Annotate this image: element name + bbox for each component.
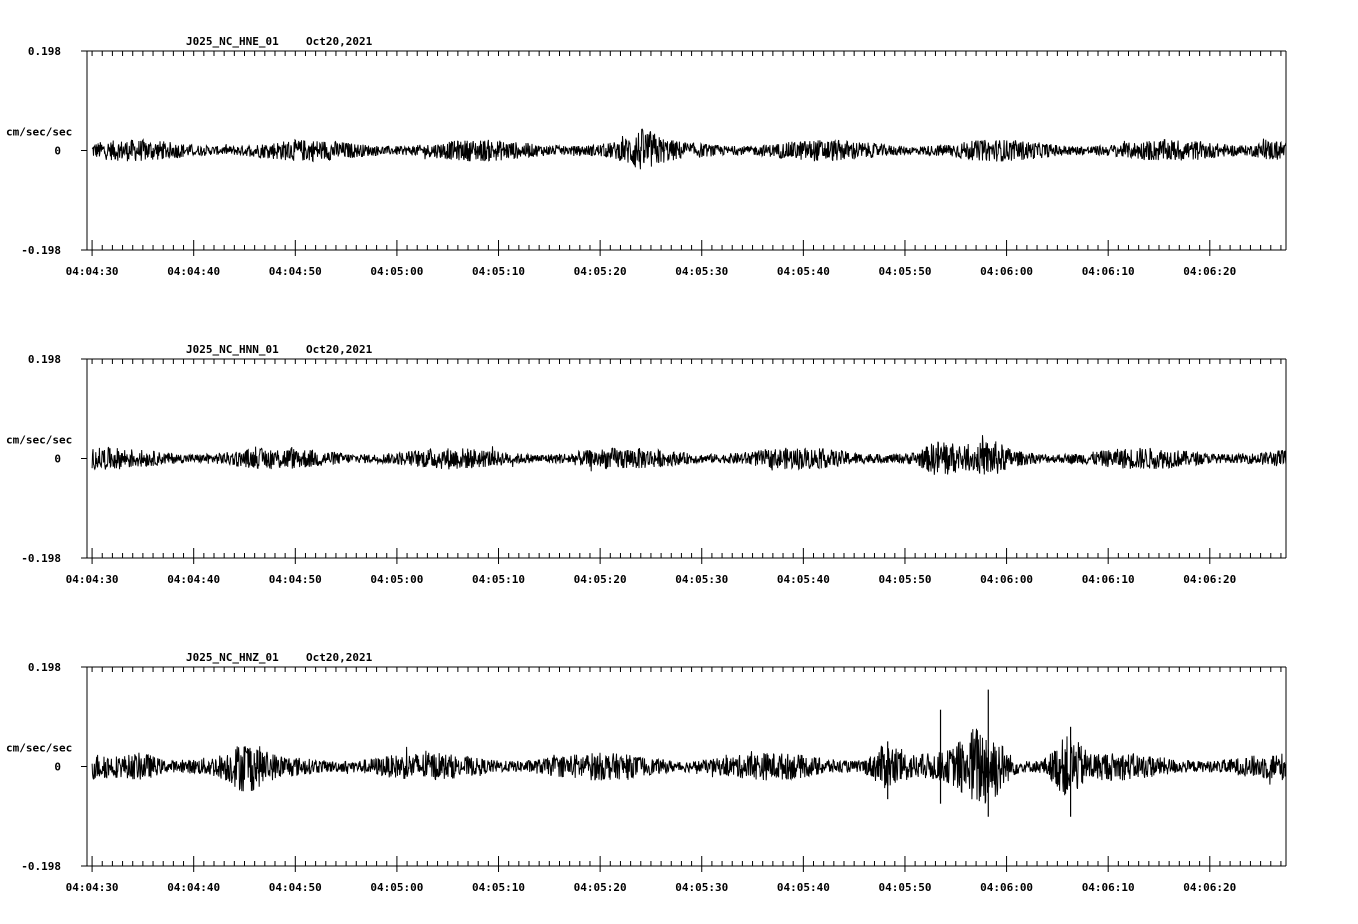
x-tick-label: 04:05:40 <box>777 265 830 278</box>
x-tick-label: 04:05:40 <box>777 573 830 586</box>
chart-title: J025_NC_HNE_01 <box>186 35 279 48</box>
chart-title: J025_NC_HNZ_01 <box>186 651 279 664</box>
x-tick-label: 04:05:40 <box>777 881 830 894</box>
x-tick-label: 04:05:30 <box>675 265 728 278</box>
x-tick-label: 04:05:20 <box>574 881 627 894</box>
y-tick-label: 0 <box>54 145 61 158</box>
chart-title: J025_NC_HNN_01 <box>186 343 279 356</box>
x-tick-label: 04:05:00 <box>370 573 423 586</box>
x-tick-label: 04:06:00 <box>980 881 1033 894</box>
x-tick-label: 04:04:40 <box>167 265 220 278</box>
y-tick-label: 0.198 <box>28 353 61 366</box>
x-tick-label: 04:04:30 <box>66 265 119 278</box>
y-tick-label: -0.198 <box>21 244 61 257</box>
channel-panel: J025_NC_HNN_01 Oct20,2021 0.198 0 -0.198 cm/s… <box>6 343 1287 586</box>
x-tick-label: 04:06:10 <box>1082 881 1135 894</box>
x-tick-label: 04:04:40 <box>167 881 220 894</box>
y-tick-label: 0 <box>54 453 61 466</box>
channel-panel: J025_NC_HNZ_01 Oct20,2021 0.198 0 -0.198 cm/s… <box>6 651 1287 894</box>
x-tick-label: 04:05:10 <box>472 881 525 894</box>
chart-date: Oct20,2021 <box>306 35 373 48</box>
y-axis-label: cm/sec/sec <box>6 126 72 139</box>
x-tick-label: 04:05:00 <box>370 265 423 278</box>
x-tick-label: 04:05:50 <box>878 573 931 586</box>
x-tick-label: 04:06:10 <box>1082 573 1135 586</box>
y-tick-label: 0 <box>54 761 61 774</box>
x-tick-label: 04:05:50 <box>878 881 931 894</box>
y-tick-label: 0.198 <box>28 45 61 58</box>
x-tick-label: 04:05:30 <box>675 881 728 894</box>
x-tick-label: 04:05:30 <box>675 573 728 586</box>
x-tick-label: 04:05:20 <box>574 573 627 586</box>
y-tick-label: -0.198 <box>21 552 61 565</box>
x-tick-label: 04:04:50 <box>269 573 322 586</box>
waveform-trace <box>91 435 1287 475</box>
y-tick-label: -0.198 <box>21 860 61 873</box>
waveform-trace <box>91 128 1287 170</box>
x-tick-label: 04:06:20 <box>1183 573 1236 586</box>
x-tick-label: 04:06:20 <box>1183 265 1236 278</box>
x-tick-label: 04:05:10 <box>472 573 525 586</box>
y-axis-label: cm/sec/sec <box>6 742 72 755</box>
y-axis-label: cm/sec/sec <box>6 434 72 447</box>
x-tick-label: 04:04:50 <box>269 265 322 278</box>
seismogram-figure: J025_NC_HNE_01 Oct20,2021 0.198 0 -0.198 cm/s… <box>6 35 1287 894</box>
y-tick-label: 0.198 <box>28 661 61 674</box>
x-tick-label: 04:06:10 <box>1082 265 1135 278</box>
x-tick-label: 04:04:50 <box>269 881 322 894</box>
channel-panel: J025_NC_HNE_01 Oct20,2021 0.198 0 -0.198 cm/s… <box>6 35 1287 278</box>
x-tick-label: 04:06:00 <box>980 573 1033 586</box>
x-tick-label: 04:05:20 <box>574 265 627 278</box>
x-tick-label: 04:04:40 <box>167 573 220 586</box>
chart-date: Oct20,2021 <box>306 343 373 356</box>
x-tick-label: 04:05:10 <box>472 265 525 278</box>
x-tick-label: 04:06:20 <box>1183 881 1236 894</box>
x-tick-label: 04:05:50 <box>878 265 931 278</box>
x-tick-label: 04:04:30 <box>66 881 119 894</box>
x-tick-label: 04:06:00 <box>980 265 1033 278</box>
x-tick-label: 04:04:30 <box>66 573 119 586</box>
waveform-trace <box>91 728 1287 804</box>
chart-date: Oct20,2021 <box>306 651 373 664</box>
x-tick-label: 04:05:00 <box>370 881 423 894</box>
